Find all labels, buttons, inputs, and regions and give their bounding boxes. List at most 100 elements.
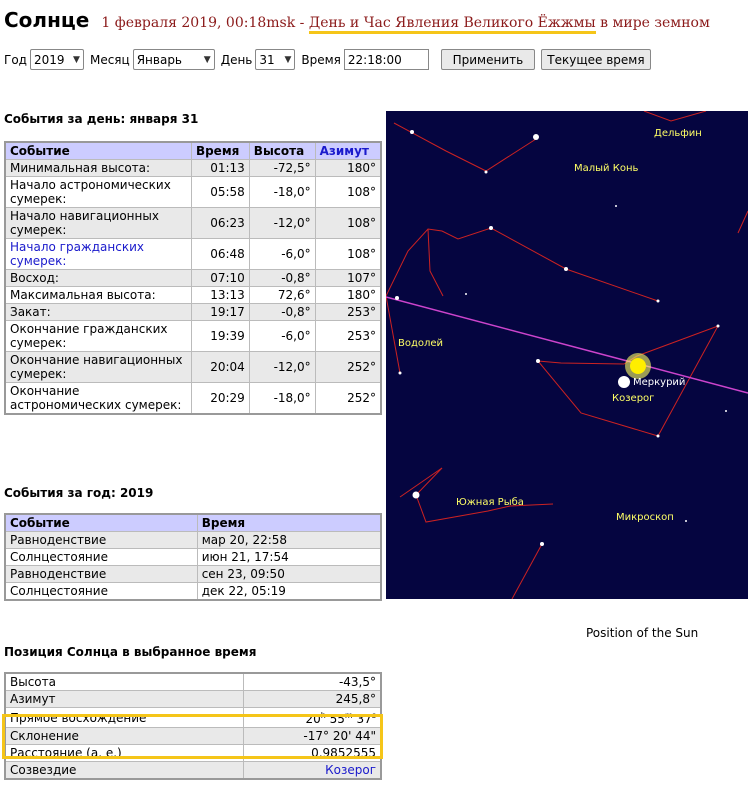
event-altitude: -0,8° bbox=[248, 269, 316, 287]
sky-map-svg: Дельфин Малый Конь Водолей Меркурий Козе… bbox=[386, 111, 748, 599]
year-value: 2019 bbox=[33, 52, 65, 67]
label-equuleus: Малый Конь bbox=[574, 163, 638, 174]
position-title: Позиция Солнца в выбранное время bbox=[4, 645, 257, 659]
event-time: 20:04 bbox=[190, 351, 250, 383]
day-events-table: Событие Время Высота Азимут Минимальная … bbox=[4, 141, 382, 415]
constellation-line bbox=[386, 295, 401, 374]
event-altitude: -0,8° bbox=[248, 303, 316, 321]
event-time: мар 20, 22:58 bbox=[196, 531, 382, 549]
table-row: Солнцестояние дек 22, 05:19 bbox=[4, 582, 382, 601]
star bbox=[536, 359, 540, 363]
star bbox=[489, 226, 493, 230]
table-row: Солнцестояние июн 21, 17:54 bbox=[4, 548, 382, 566]
table-row: Окончание астрономических сумерек: 20:29-… bbox=[4, 382, 382, 415]
star bbox=[685, 520, 687, 522]
event-name: Окончание астрономических сумерек: bbox=[4, 382, 192, 415]
event-time: 06:48 bbox=[190, 238, 250, 270]
event-time: 06:23 bbox=[190, 207, 250, 239]
star bbox=[564, 267, 568, 271]
current-time-button[interactable]: Текущее время bbox=[540, 49, 651, 70]
event-name: Равноденствие bbox=[4, 531, 198, 549]
event-name-link[interactable]: Начало гражданских сумерек: bbox=[4, 238, 192, 270]
month-value: Январь bbox=[136, 52, 183, 67]
event-azimuth: 253° bbox=[314, 320, 382, 352]
chevron-down-icon: ▼ bbox=[284, 54, 292, 65]
label-mercury: Меркурий bbox=[633, 377, 685, 388]
month-select[interactable]: Январь ▼ bbox=[132, 49, 215, 70]
table-row: Равноденствие мар 20, 22:58 bbox=[4, 531, 382, 549]
event-name: Равноденствие bbox=[4, 565, 198, 583]
table-row: Закат: 19:17 -0,8° 253° bbox=[4, 303, 382, 321]
event-azimuth: 107° bbox=[314, 269, 382, 287]
event-name: Максимальная высота: bbox=[4, 286, 192, 304]
event-azimuth: 108° bbox=[314, 176, 382, 208]
chevron-down-icon: ▼ bbox=[203, 54, 211, 65]
table-row: Начало навигационных сумерек: 06:23 -12,0°… bbox=[4, 207, 382, 239]
event-name: Закат: bbox=[4, 303, 192, 321]
sky-map-caption: Position of the Sun bbox=[586, 626, 699, 640]
time-input[interactable]: 22:18:00 bbox=[343, 49, 429, 70]
label-microscopium: Микроскоп bbox=[616, 512, 674, 523]
table-row: Окончание гражданских сумерек: 19:39 -6,0°… bbox=[4, 320, 382, 352]
constellation-link[interactable]: Козерог bbox=[243, 761, 382, 780]
event-time: 19:17 bbox=[190, 303, 250, 321]
year-events-table: Событие Время Равноденствие мар 20, 22:58… bbox=[4, 513, 382, 601]
year-select[interactable]: 2019 ▼ bbox=[29, 49, 84, 70]
column-header: Событие bbox=[4, 141, 192, 160]
sun-disc bbox=[630, 358, 646, 374]
page-subtitle: 1 февраля 2019, 00:18msk - День и Час Яв… bbox=[101, 15, 710, 34]
table-row: Равноденствие сен 23, 09:50 bbox=[4, 565, 382, 583]
day-select[interactable]: 31 ▼ bbox=[255, 49, 296, 70]
table-header-row: Событие Время bbox=[4, 513, 382, 532]
star bbox=[725, 410, 727, 412]
subtitle-date: 1 февраля 2019, 00:18msk bbox=[101, 15, 296, 31]
column-header: Высота bbox=[248, 141, 316, 160]
subtitle-separator: - bbox=[295, 15, 309, 31]
star bbox=[540, 542, 544, 546]
star bbox=[412, 491, 420, 499]
constellation-label: Созвездие bbox=[4, 761, 245, 780]
event-time: 20:29 bbox=[190, 382, 250, 415]
constellation-line bbox=[737, 210, 748, 234]
table-row: Начало астрономических сумерек: 05:58 -18,… bbox=[4, 176, 382, 208]
apply-button[interactable]: Применить bbox=[440, 49, 535, 70]
year-events-title: События за год: 2019 bbox=[4, 486, 154, 500]
day-label: День bbox=[220, 52, 253, 67]
event-name: Минимальная высота: bbox=[4, 159, 192, 177]
event-time: 05:58 bbox=[190, 176, 250, 208]
event-name: Солнцестояние bbox=[4, 548, 198, 566]
table-row: Минимальная высота: 01:13 -72,5° 180° bbox=[4, 159, 382, 177]
sky-map: Дельфин Малый Конь Водолей Меркурий Козе… bbox=[386, 111, 748, 599]
table-row: Созвездие Козерог bbox=[4, 761, 382, 780]
event-altitude: -6,0° bbox=[248, 238, 316, 270]
page-header: Солнце 1 февраля 2019, 00:18msk - День и… bbox=[4, 8, 710, 34]
azimuth-label: Азимут bbox=[4, 690, 245, 708]
altitude-value: -43,5° bbox=[243, 672, 382, 691]
event-name: Восход: bbox=[4, 269, 192, 287]
table-row: Окончание навигационных сумерек: 20:04 -12… bbox=[4, 351, 382, 383]
highlight-box bbox=[2, 714, 383, 759]
event-name: Окончание гражданских сумерек: bbox=[4, 320, 192, 352]
month-label: Месяц bbox=[89, 52, 130, 67]
event-time: 01:13 bbox=[190, 159, 250, 177]
event-altitude: -12,0° bbox=[248, 207, 316, 239]
constellation-line bbox=[399, 467, 443, 498]
event-azimuth: 252° bbox=[314, 351, 382, 383]
table-row: Восход: 07:10 -0,8° 107° bbox=[4, 269, 382, 287]
event-altitude: 72,6° bbox=[248, 286, 316, 304]
time-label: Время bbox=[301, 52, 341, 67]
star bbox=[716, 324, 720, 328]
label-aquarius: Водолей bbox=[398, 338, 443, 349]
altitude-label: Высота bbox=[4, 672, 245, 691]
sun-icon bbox=[625, 353, 651, 379]
event-azimuth: 180° bbox=[314, 286, 382, 304]
event-azimuth: 252° bbox=[314, 382, 382, 415]
holiday-link[interactable]: День и Час Явления Великого Ёжжмы bbox=[308, 15, 596, 34]
constellation-labels: Дельфин Малый Конь Водолей Меркурий Козе… bbox=[398, 128, 702, 523]
event-altitude: -18,0° bbox=[248, 176, 316, 208]
table-row: Максимальная высота: 13:13 72,6° 180° bbox=[4, 286, 382, 304]
event-altitude: -12,0° bbox=[248, 351, 316, 383]
subtitle-suffix: в мире земном bbox=[595, 15, 710, 31]
constellation-line bbox=[386, 227, 659, 302]
azimuth-value: 245,8° bbox=[243, 690, 382, 708]
